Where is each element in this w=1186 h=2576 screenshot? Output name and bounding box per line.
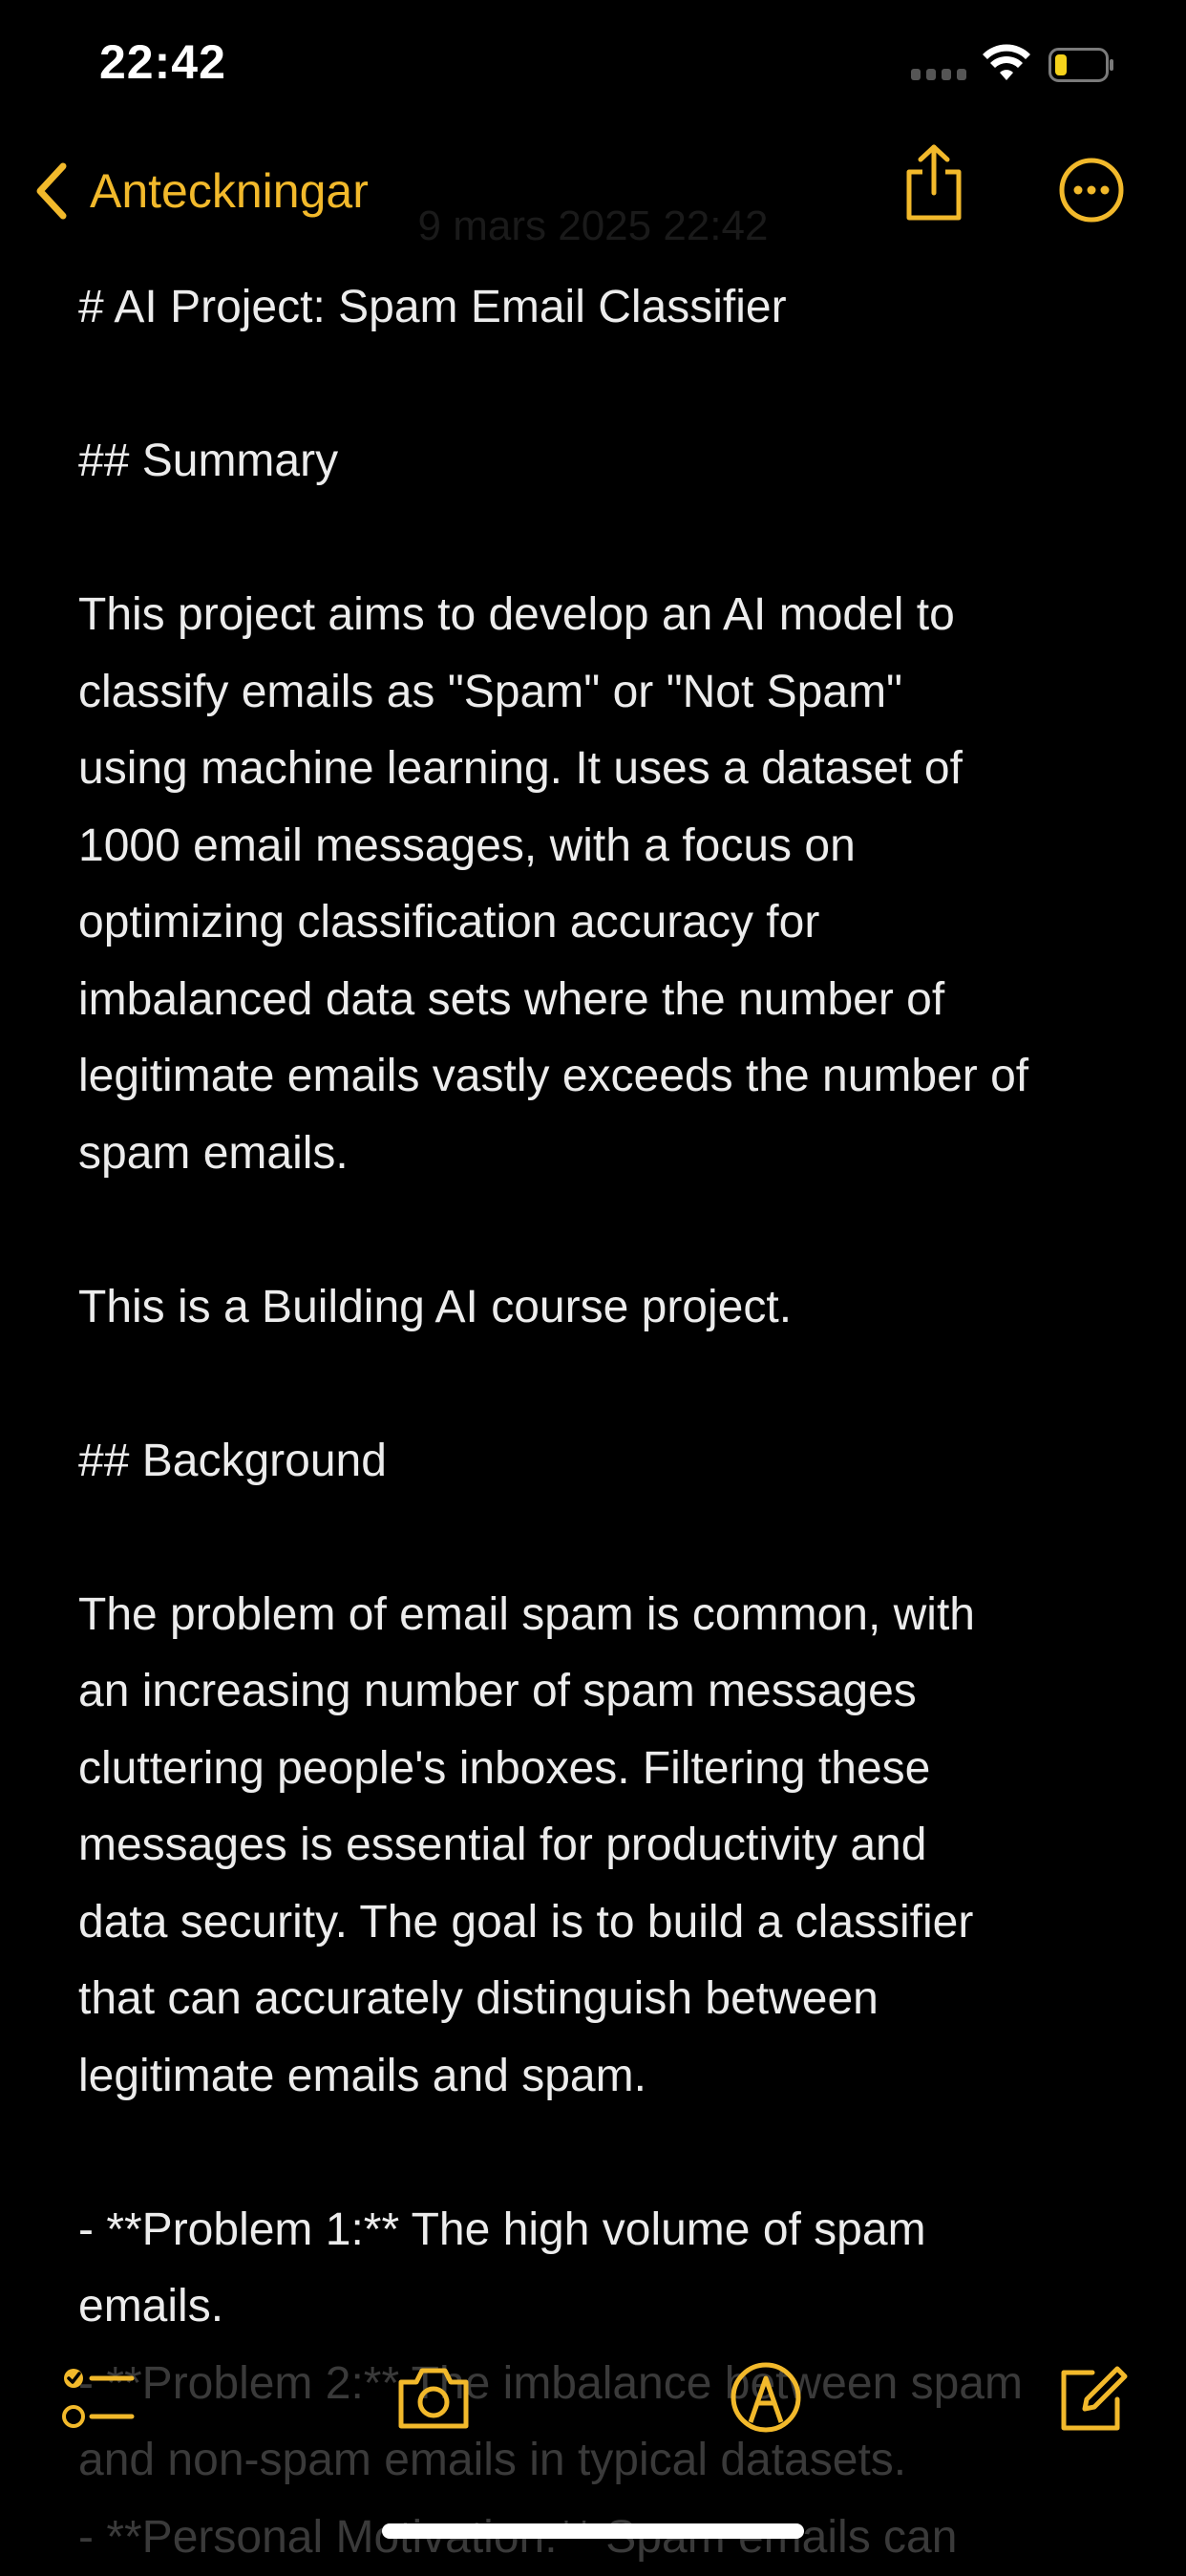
status-time: 22:42 xyxy=(99,34,226,90)
note-line: This is a Building AI course project. xyxy=(78,1269,1129,1347)
note-line: The problem of email spam is common, wit… xyxy=(78,1577,1129,1654)
note-line: an increasing number of spam messages xyxy=(78,1653,1129,1731)
note-line: legitimate emails vastly exceeds the num… xyxy=(78,1038,1129,1116)
note-line: spam emails. xyxy=(78,1116,1129,1193)
note-line: that can accurately distinguish between xyxy=(78,1961,1129,2038)
compose-icon[interactable] xyxy=(1054,2359,1131,2436)
wifi-icon xyxy=(982,44,1031,82)
note-blank-line xyxy=(78,1346,1129,1423)
note-line: ## Summary xyxy=(78,423,1129,500)
note-line: - **Problem 1:** The high volume of spam xyxy=(78,2192,1129,2269)
home-indicator[interactable] xyxy=(382,2523,804,2539)
camera-icon[interactable] xyxy=(395,2359,472,2436)
share-icon[interactable] xyxy=(898,143,970,224)
note-line: data security. The goal is to build a cl… xyxy=(78,1884,1129,1962)
note-blank-line xyxy=(78,1500,1129,1577)
back-label: Anteckningar xyxy=(90,163,369,219)
note-blank-line xyxy=(78,2115,1129,2192)
note-line: using machine learning. It uses a datase… xyxy=(78,731,1129,808)
note-blank-line xyxy=(78,500,1129,578)
note-line: # AI Project: Spam Email Classifier xyxy=(78,269,1129,347)
note-line: imbalanced data sets where the number of xyxy=(78,962,1129,1039)
note-line: ## Background xyxy=(78,1423,1129,1501)
status-bar: 22:42 xyxy=(0,0,1186,124)
back-button[interactable]: Anteckningar xyxy=(31,155,369,227)
note-blank-line xyxy=(78,1192,1129,1269)
ellipsis-circle-icon[interactable] xyxy=(1058,157,1125,224)
note-line: cluttering people's inboxes. Filtering t… xyxy=(78,1731,1129,1808)
note-line: emails. xyxy=(78,2268,1129,2346)
pen-circle-icon[interactable] xyxy=(728,2359,804,2436)
note-line: classify emails as "Spam" or "Not Spam" xyxy=(78,654,1129,732)
chevron-left-icon xyxy=(31,160,73,222)
navigation-bar: 9 mars 2025 22:42 Anteckningar xyxy=(0,143,1186,239)
note-line: This project aims to develop an AI model… xyxy=(78,577,1129,654)
battery-low-icon xyxy=(1048,48,1115,82)
cellular-signal-icon xyxy=(911,69,966,80)
note-line: optimizing classification accuracy for xyxy=(78,884,1129,962)
bottom-toolbar xyxy=(0,2359,1186,2455)
note-blank-line xyxy=(78,347,1129,424)
note-body[interactable]: # AI Project: Spam Email Classifier ## S… xyxy=(78,269,1129,2576)
note-line: legitimate emails and spam. xyxy=(78,2038,1129,2116)
note-line: messages is essential for productivity a… xyxy=(78,1807,1129,1884)
checklist-icon[interactable] xyxy=(59,2359,136,2436)
note-line: 1000 email messages, with a focus on xyxy=(78,808,1129,885)
